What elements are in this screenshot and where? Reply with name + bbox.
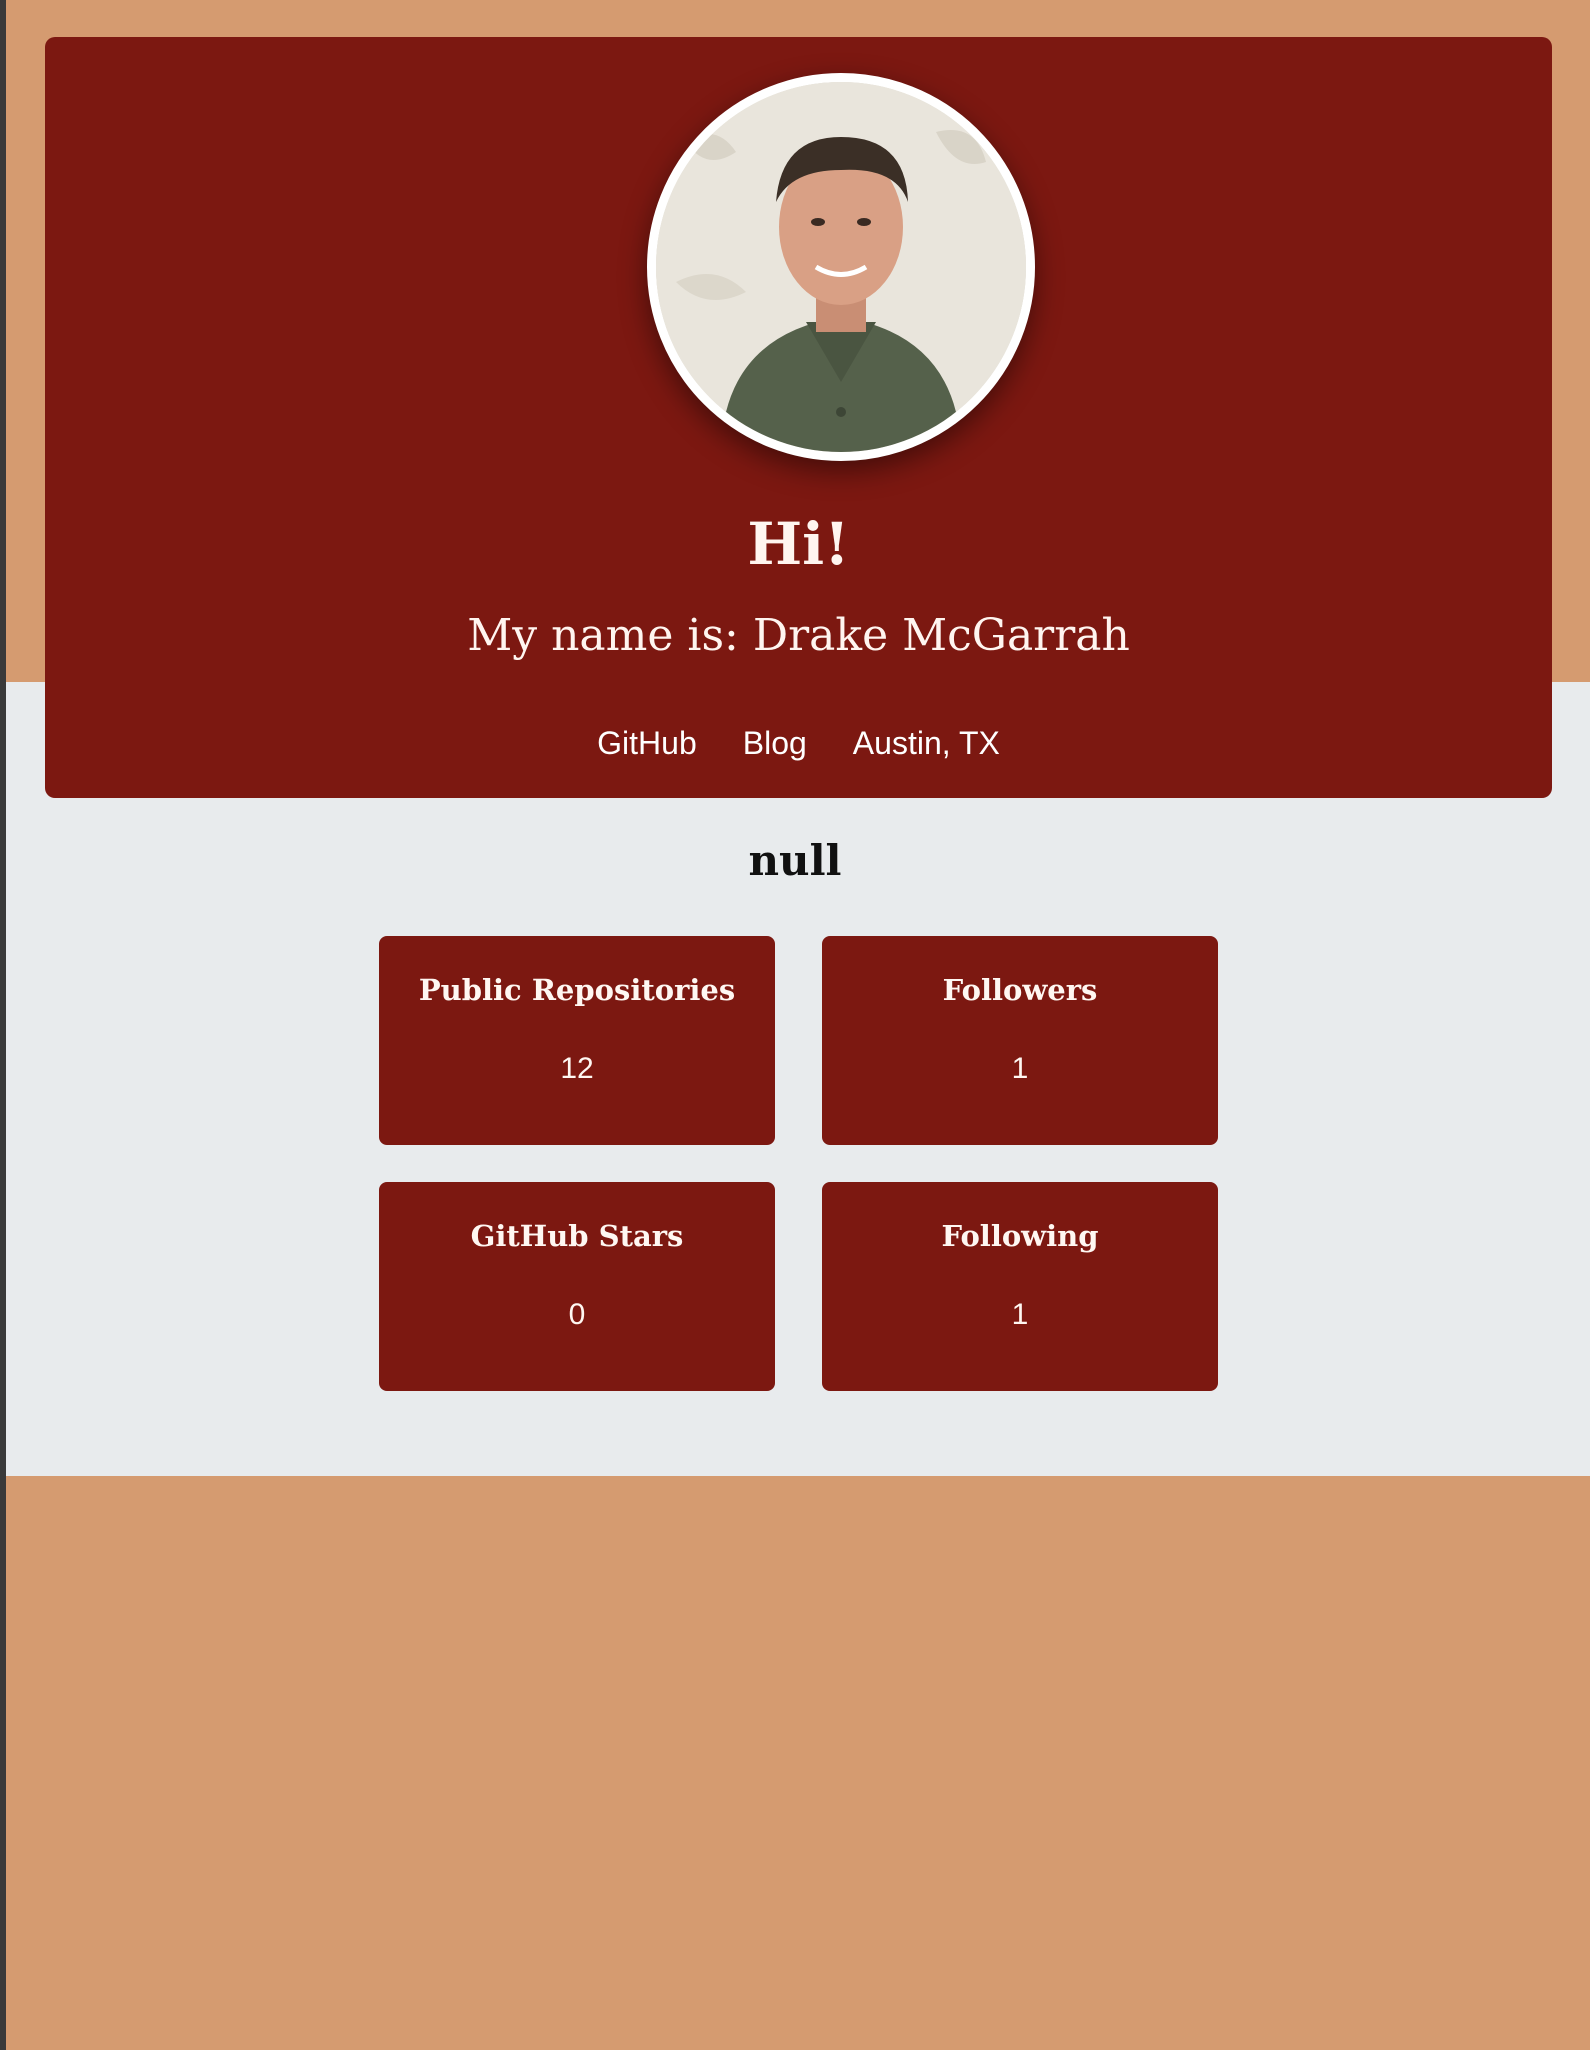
stat-card-followers: Followers 1 <box>822 936 1218 1145</box>
name-heading: My name is: Drake McGarrah <box>467 610 1130 661</box>
stat-value: 1 <box>1011 1298 1029 1331</box>
stat-label: Following <box>941 1219 1099 1253</box>
content-band <box>6 682 1590 1476</box>
stat-value: 12 <box>560 1052 594 1085</box>
stat-label: Public Repositories <box>418 973 736 1007</box>
stat-card-github-stars: GitHub Stars 0 <box>379 1182 775 1391</box>
blog-link[interactable]: Blog <box>743 727 807 759</box>
stat-card-following: Following 1 <box>822 1182 1218 1391</box>
stat-card-public-repositories: Public Repositories 12 <box>379 936 775 1145</box>
bio-text: null <box>748 836 842 885</box>
greeting-heading: Hi! <box>747 510 850 578</box>
profile-links: GitHub Blog Austin, TX <box>45 727 1552 759</box>
github-link[interactable]: GitHub <box>597 727 697 759</box>
avatar <box>647 73 1035 461</box>
profile-header: Hi! My name is: Drake McGarrah GitHub Bl… <box>45 37 1552 798</box>
stat-label: Followers <box>942 973 1098 1007</box>
stat-value: 0 <box>568 1298 586 1331</box>
stat-value: 1 <box>1011 1052 1029 1085</box>
avatar-photo <box>656 82 1026 452</box>
stat-label: GitHub Stars <box>470 1219 684 1253</box>
location-text: Austin, TX <box>852 725 1000 761</box>
